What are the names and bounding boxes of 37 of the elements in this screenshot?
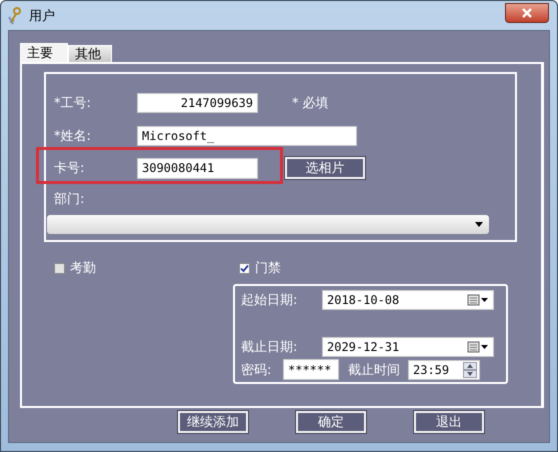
input-field[interactable]: Microsoft_	[137, 126, 357, 146]
choose-photo-button[interactable]: 选相片	[285, 157, 365, 179]
date-value: 2029-12-31	[327, 340, 400, 354]
dialog-button[interactable]: 确定	[296, 411, 366, 433]
spinner-icon[interactable]	[463, 362, 477, 378]
field-label: 起始日期:	[241, 292, 298, 309]
checkbox-label: 门禁	[255, 260, 281, 277]
tab[interactable]: 其他	[68, 45, 112, 62]
field-label: *姓名:	[54, 128, 92, 145]
date-field[interactable]: 2029-12-31	[322, 337, 494, 357]
close-button[interactable]	[505, 3, 549, 23]
field-label: *工号:	[54, 95, 92, 112]
date-value: 2018-10-08	[327, 293, 400, 307]
field-label: 部门:	[54, 191, 86, 208]
tab[interactable]: 主要	[20, 43, 68, 62]
calendar-icon[interactable]	[467, 294, 489, 306]
checkbox[interactable]	[54, 262, 65, 274]
required-note: * 必填	[292, 95, 329, 112]
dialog-button[interactable]: 继续添加	[178, 411, 248, 433]
checkbox-label: 考勤	[70, 260, 96, 277]
field-label: 截止时间	[348, 362, 400, 378]
password-field[interactable]: ******	[283, 359, 339, 380]
input-field[interactable]: 2147099639	[137, 93, 258, 113]
checkbox[interactable]	[239, 262, 250, 274]
input-field[interactable]: 3090080441	[137, 158, 258, 178]
caret-icon[interactable]	[475, 222, 483, 227]
field-label: 卡号:	[54, 160, 86, 177]
keys-icon	[7, 6, 23, 24]
window-title: 用户	[29, 8, 55, 24]
calendar-icon[interactable]	[467, 341, 489, 353]
time-field[interactable]: 23:59	[408, 360, 480, 380]
date-field[interactable]: 2018-10-08	[322, 290, 494, 310]
field-label: 密码:	[241, 362, 272, 378]
time-value: 23:59	[413, 362, 450, 376]
dialog-button[interactable]: 退出	[414, 411, 484, 433]
close-icon[interactable]	[521, 8, 533, 18]
field-label: 截止日期:	[241, 339, 298, 356]
